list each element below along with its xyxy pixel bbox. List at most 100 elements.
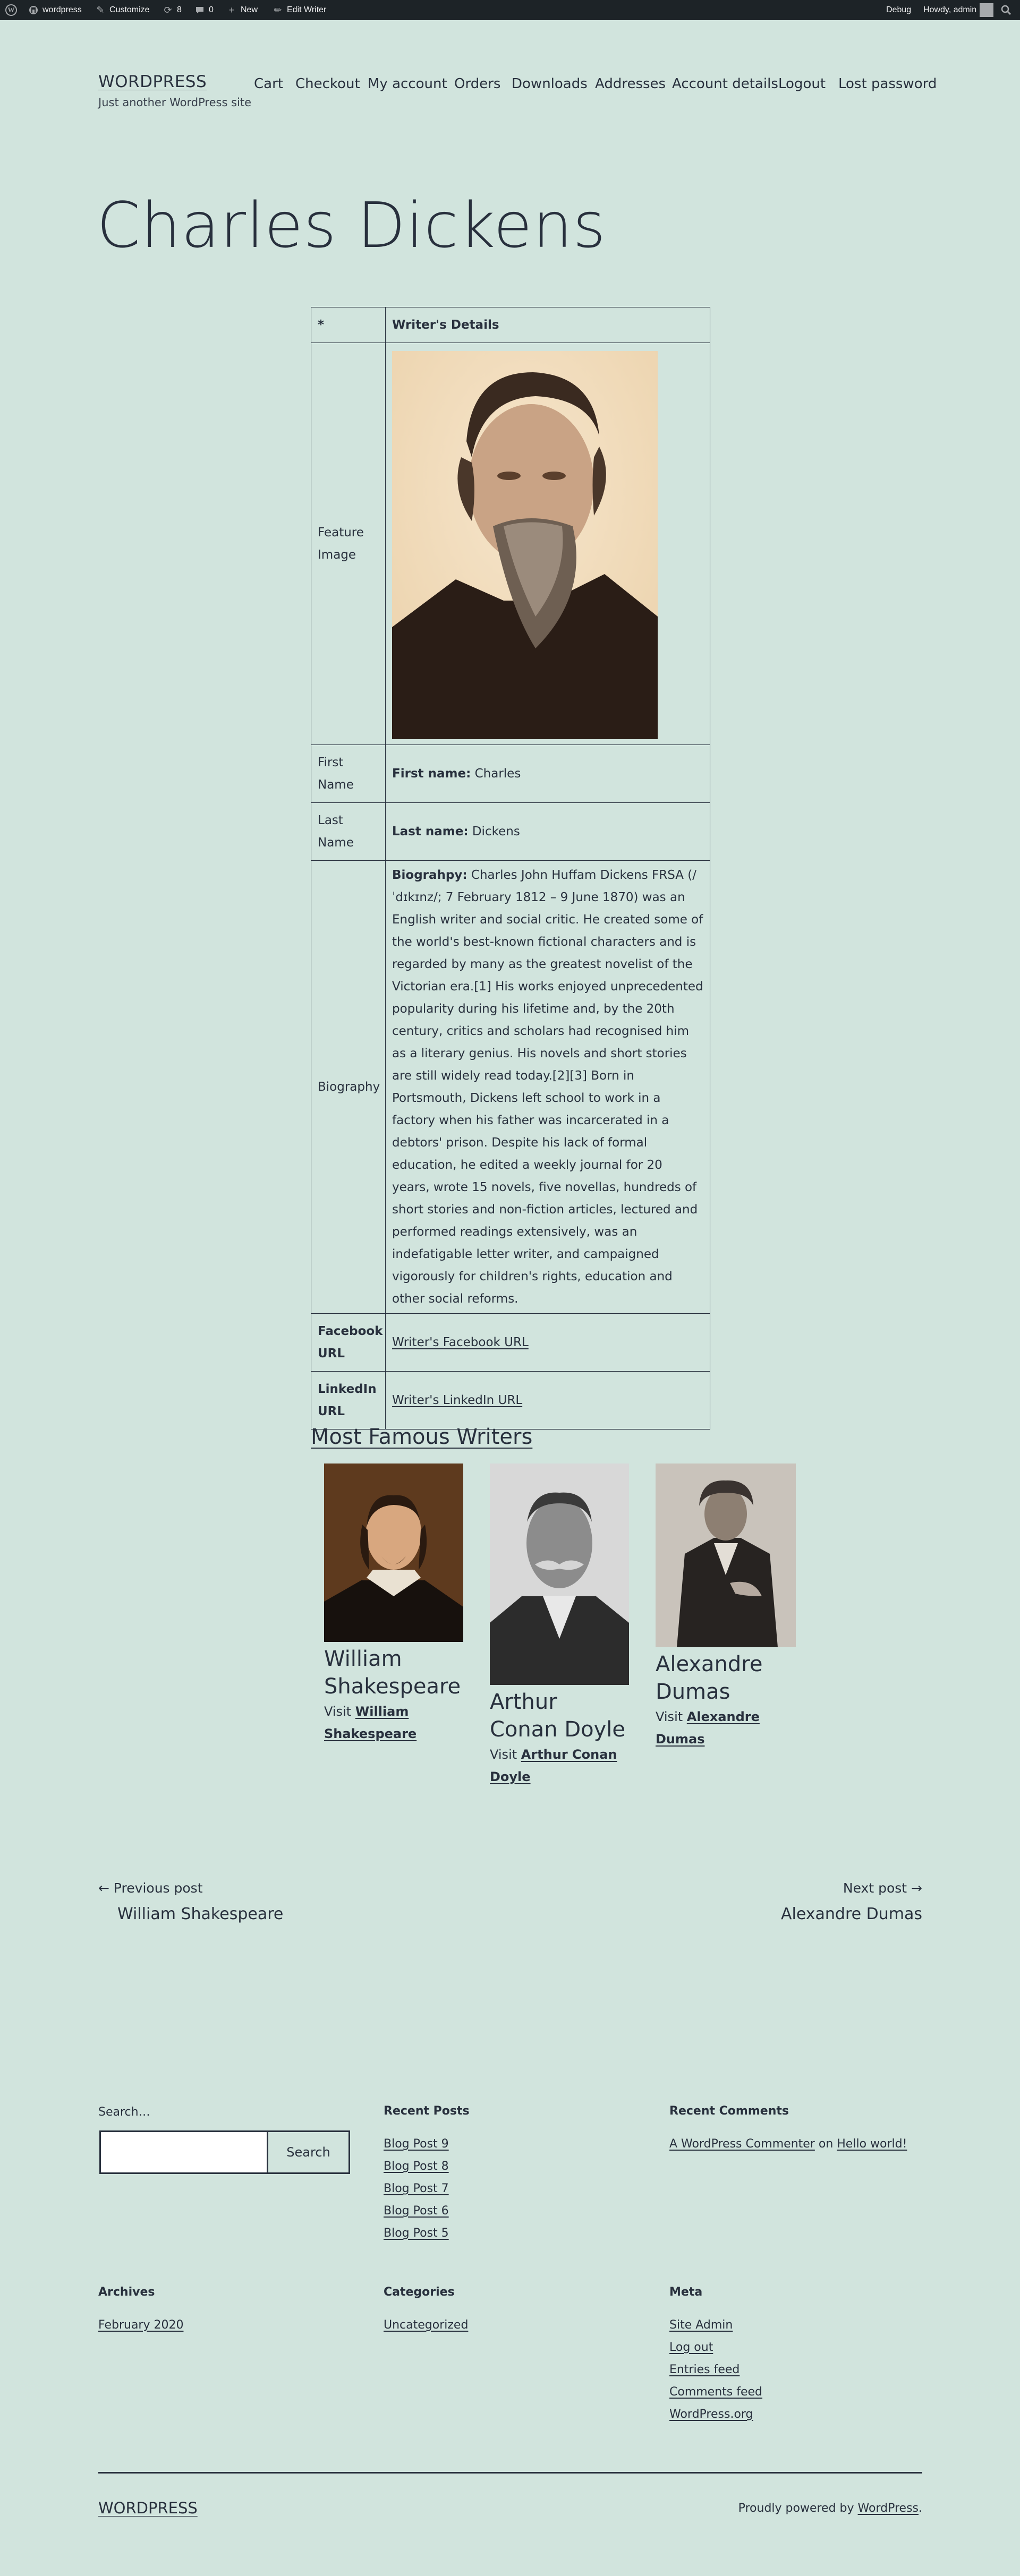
archive-link[interactable]: February 2020	[98, 2318, 183, 2332]
table-header-title: Writer's Details	[385, 307, 710, 343]
list-item: Blog Post 6	[384, 2200, 449, 2222]
william-shakespeare-portrait[interactable]	[324, 1464, 463, 1642]
wordpress-logo-icon: W	[5, 4, 17, 16]
recent-post-link[interactable]: Blog Post 9	[384, 2137, 449, 2151]
previous-post-label: Previous post	[113, 1880, 203, 1896]
most-famous-writers-heading[interactable]: Most Famous Writers	[311, 1425, 532, 1449]
writer-visit: Visit Arthur Conan Doyle	[490, 1743, 631, 1788]
last-name-label: Last Name	[311, 802, 386, 861]
last-name-cell: Last name: Dickens	[385, 802, 710, 861]
primary-nav: Cart Checkout My account Orders Download…	[254, 76, 937, 95]
footer-divider	[98, 2472, 922, 2474]
powered-by: Proudly powered by WordPress.	[738, 2502, 922, 2515]
writer-card-shakespeare: William Shakespeare Visit William Shakes…	[324, 1464, 465, 1745]
facebook-link[interactable]: Writer's Facebook URL	[392, 1336, 529, 1349]
nav-item-addresses[interactable]: Addresses	[595, 76, 666, 92]
plus-icon: +	[228, 4, 235, 15]
table-header-star: *	[311, 307, 386, 343]
admin-howdy-label: Howdy, admin	[923, 5, 977, 14]
archives-title: Archives	[98, 2286, 155, 2299]
arthur-conan-doyle-portrait[interactable]	[490, 1464, 629, 1685]
nav-item-cart[interactable]: Cart	[254, 76, 283, 92]
admin-site-name-label: wordpress	[42, 5, 82, 14]
admin-customize[interactable]: ✎ Customize	[95, 0, 150, 20]
writer-details-table: * Writer's Details Feature Image First N…	[311, 307, 710, 1430]
list-item: Log out	[669, 2337, 762, 2359]
powered-suffix: .	[919, 2502, 922, 2515]
arrow-right-icon: →	[911, 1880, 922, 1896]
recent-post-link[interactable]: Blog Post 5	[384, 2227, 449, 2240]
nav-item-logout[interactable]: Logout	[778, 76, 826, 92]
list-item: Blog Post 8	[384, 2155, 449, 2178]
admin-comments[interactable]: 0	[194, 0, 214, 20]
nav-item-checkout[interactable]: Checkout	[295, 76, 360, 92]
recent-posts-title: Recent Posts	[384, 2104, 470, 2118]
table-row: Facebook URL Writer's Facebook URL	[311, 1313, 710, 1372]
admin-customize-label: Customize	[109, 5, 150, 14]
updates-icon: ⟳	[164, 4, 172, 15]
avatar	[980, 3, 994, 17]
admin-new[interactable]: + New	[226, 0, 258, 20]
page-title: Charles Dickens	[97, 189, 606, 262]
meta-link-site-admin[interactable]: Site Admin	[669, 2318, 733, 2332]
biography-key: Biograhpy:	[392, 868, 468, 882]
comment-post-link[interactable]: Hello world!	[837, 2137, 907, 2151]
list-item: February 2020	[98, 2314, 183, 2337]
admin-edit[interactable]: ✏ Edit Writer	[272, 0, 326, 20]
writer-name: Alexandre Dumas	[656, 1652, 763, 1704]
list-item: Blog Post 9	[384, 2133, 449, 2155]
table-row: * Writer's Details	[311, 307, 710, 343]
meta-title: Meta	[669, 2286, 703, 2299]
writer-visit: Visit Alexandre Dumas	[656, 1706, 796, 1750]
writer-name: William Shakespeare	[324, 1647, 461, 1699]
recent-post-link[interactable]: Blog Post 7	[384, 2182, 449, 2195]
categories-list: Uncategorized	[384, 2314, 468, 2337]
list-item: Entries feed	[669, 2359, 762, 2381]
biography-text: Charles John Huffam Dickens FRSA (/ˈdɪkɪ…	[392, 868, 703, 1306]
meta-link-entries-feed[interactable]: Entries feed	[669, 2363, 740, 2376]
category-link[interactable]: Uncategorized	[384, 2318, 468, 2332]
next-post-title[interactable]: Alexandre Dumas	[781, 1905, 922, 1923]
nav-item-account-details[interactable]: Account details	[672, 76, 778, 92]
alexandre-dumas-portrait[interactable]	[656, 1464, 796, 1647]
powered-prefix: Proudly powered by	[738, 2502, 854, 2515]
wordpress-link[interactable]: WordPress	[858, 2502, 919, 2515]
wp-logo-menu[interactable]: W	[5, 0, 17, 20]
recent-post-link[interactable]: Blog Post 8	[384, 2160, 449, 2173]
site-title-link[interactable]: WORDPRESS	[98, 72, 207, 91]
categories-title: Categories	[384, 2286, 455, 2299]
admin-debug[interactable]: Debug	[886, 0, 911, 20]
admin-search[interactable]	[1000, 0, 1012, 20]
meta-link-comments-feed[interactable]: Comments feed	[669, 2385, 762, 2399]
nav-item-my-account[interactable]: My account	[368, 76, 447, 92]
last-name-value: Dickens	[472, 825, 520, 838]
table-row: LinkedIn URL Writer's LinkedIn URL	[311, 1371, 710, 1430]
admin-new-label: New	[241, 5, 258, 14]
search-button[interactable]: Search	[267, 2130, 350, 2174]
home-icon	[28, 4, 39, 16]
admin-updates[interactable]: ⟳ 8	[162, 0, 182, 20]
admin-site-name[interactable]: wordpress	[28, 0, 82, 20]
previous-post-title[interactable]: William Shakespeare	[117, 1905, 283, 1923]
nav-item-lost-password[interactable]: Lost password	[838, 76, 937, 92]
footer-site-title-link[interactable]: WORDPRESS	[98, 2499, 198, 2517]
linkedin-link[interactable]: Writer's LinkedIn URL	[392, 1393, 522, 1407]
next-post-label-wrap: Next post →	[843, 1880, 922, 1896]
charles-dickens-portrait	[392, 350, 658, 739]
search-input[interactable]	[99, 2130, 268, 2174]
table-row: Feature Image	[311, 343, 710, 745]
writer-card-dumas: Alexandre Dumas Visit Alexandre Dumas	[656, 1464, 796, 1750]
first-name-key: First name:	[392, 767, 471, 781]
nav-item-orders[interactable]: Orders	[454, 76, 500, 92]
table-row: First Name First name: Charles	[311, 744, 710, 803]
table-row: Biography Biograhpy: Charles John Huffam…	[311, 860, 710, 1314]
admin-account[interactable]: Howdy, admin	[923, 0, 994, 20]
facebook-cell: Writer's Facebook URL	[385, 1313, 710, 1372]
recent-post-link[interactable]: Blog Post 6	[384, 2204, 449, 2218]
meta-link-wordpress-org[interactable]: WordPress.org	[669, 2408, 753, 2421]
meta-link-log-out[interactable]: Log out	[669, 2341, 713, 2354]
updates-count: 8	[177, 5, 182, 14]
feature-image-cell	[385, 343, 710, 745]
nav-item-downloads[interactable]: Downloads	[512, 76, 588, 92]
comment-author-link[interactable]: A WordPress Commenter	[669, 2137, 815, 2151]
